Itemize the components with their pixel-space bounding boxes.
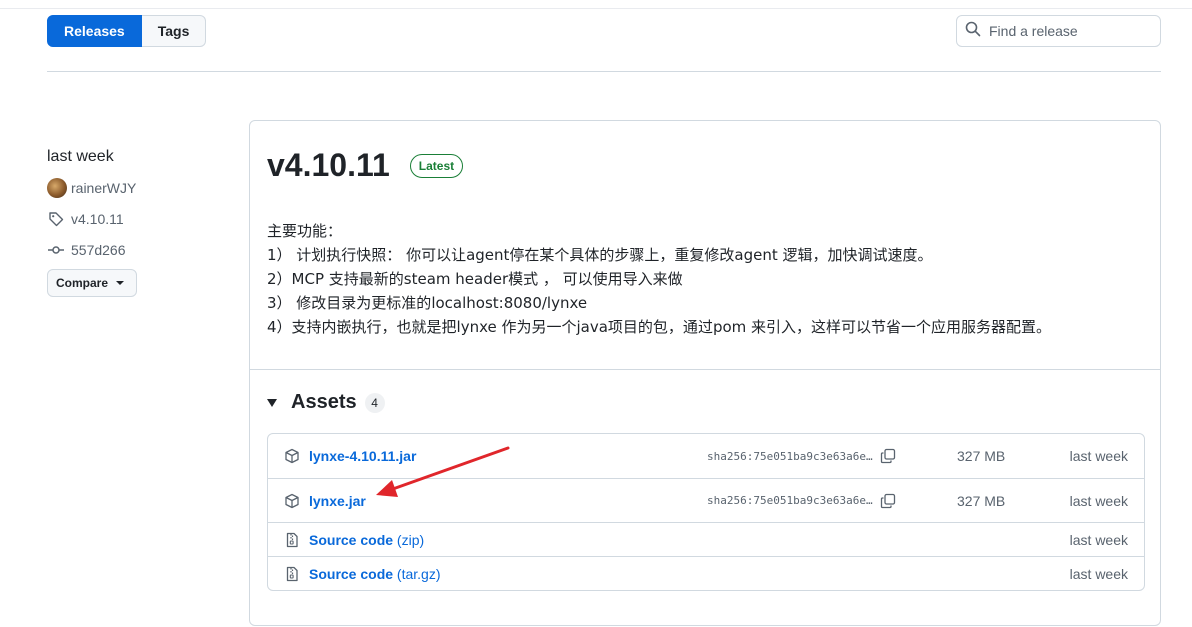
asset-link[interactable]: lynxe-4.10.11.jar	[309, 448, 416, 464]
release-title[interactable]: v4.10.11	[267, 147, 390, 184]
tab-tags[interactable]: Tags	[141, 15, 207, 47]
release-notes: 主要功能： 1） 计划执行快照： 你可以让agent停在某个具体的步骤上，重复修…	[267, 219, 1051, 339]
asset-row: Source code (zip) last week	[268, 522, 1144, 556]
header-divider	[47, 71, 1161, 72]
search-icon	[965, 21, 981, 42]
commit-row[interactable]: 557d266	[47, 239, 237, 261]
assets-count: 4	[364, 392, 385, 413]
commit-link[interactable]: 557d266	[71, 242, 126, 258]
package-icon	[284, 493, 300, 509]
asset-row: lynxe-4.10.11.jar sha256:75e051ba9c3e63a…	[268, 434, 1144, 478]
asset-link[interactable]: lynxe.jar	[309, 493, 366, 509]
asset-size: 327 MB	[957, 492, 1006, 509]
assets-toggle[interactable]: Assets 4	[267, 391, 385, 414]
tag-row[interactable]: v4.10.11	[47, 208, 237, 230]
release-card: v4.10.11 Latest 主要功能： 1） 计划执行快照： 你可以让age…	[249, 120, 1161, 626]
note-line: 1） 计划执行快照： 你可以让agent停在某个具体的步骤上，重复修改agent…	[267, 246, 933, 264]
tab-releases[interactable]: Releases	[47, 15, 142, 47]
chevron-down-icon	[116, 281, 125, 285]
top-divider	[0, 8, 1192, 9]
release-search	[956, 15, 1161, 47]
asset-sha: sha256:75e051ba9c3e63a6e…	[707, 494, 873, 507]
search-input[interactable]	[989, 23, 1149, 39]
file-zip-icon	[284, 532, 300, 548]
commit-icon	[47, 241, 65, 259]
copy-icon[interactable]	[880, 493, 896, 509]
latest-badge: Latest	[409, 153, 464, 178]
author-link[interactable]: rainerWJY	[71, 180, 136, 196]
note-line: 3） 修改目录为更标准的localhost:8080/lynxe	[267, 294, 588, 312]
author-row[interactable]: rainerWJY	[47, 177, 237, 199]
release-sidebar: last week rainerWJY v4.10.11 557d266 Com…	[47, 146, 237, 297]
note-line: 主要功能：	[267, 222, 343, 240]
asset-sha: sha256:75e051ba9c3e63a6e…	[707, 449, 873, 463]
file-zip-icon	[284, 566, 300, 582]
release-date: last week	[47, 148, 114, 165]
copy-icon[interactable]	[880, 448, 896, 464]
tag-icon	[47, 210, 65, 228]
asset-date: last week	[1069, 565, 1128, 582]
asset-link[interactable]: Source code (tar.gz)	[309, 566, 441, 582]
asset-row: lynxe.jar sha256:75e051ba9c3e63a6e… 327 …	[268, 478, 1144, 522]
asset-date: last week	[1069, 492, 1128, 509]
asset-date: last week	[1069, 531, 1128, 548]
note-line: 2）MCP 支持最新的steam header模式 ， 可以使用导入来做	[267, 270, 683, 288]
compare-button[interactable]: Compare	[47, 269, 138, 297]
release-tabs: Releases Tags	[47, 15, 207, 47]
compare-label: Compare	[56, 276, 109, 290]
tag-link[interactable]: v4.10.11	[71, 211, 124, 227]
assets-list: lynxe-4.10.11.jar sha256:75e051ba9c3e63a…	[267, 433, 1145, 591]
note-line: 4）支持内嵌执行，也就是把lynxe 作为另一个java项目的包，通过pom 来…	[267, 318, 1052, 336]
asset-date: last week	[1069, 448, 1128, 464]
asset-row: Source code (tar.gz) last week	[268, 556, 1144, 590]
asset-link[interactable]: Source code (zip)	[309, 532, 424, 548]
triangle-down-icon	[267, 398, 277, 407]
release-header: v4.10.11 Latest	[267, 147, 464, 184]
assets-title: Assets	[291, 391, 357, 413]
assets-divider	[250, 369, 1160, 370]
package-icon	[284, 448, 300, 464]
asset-size: 327 MB	[957, 448, 1006, 464]
avatar[interactable]	[47, 178, 67, 198]
